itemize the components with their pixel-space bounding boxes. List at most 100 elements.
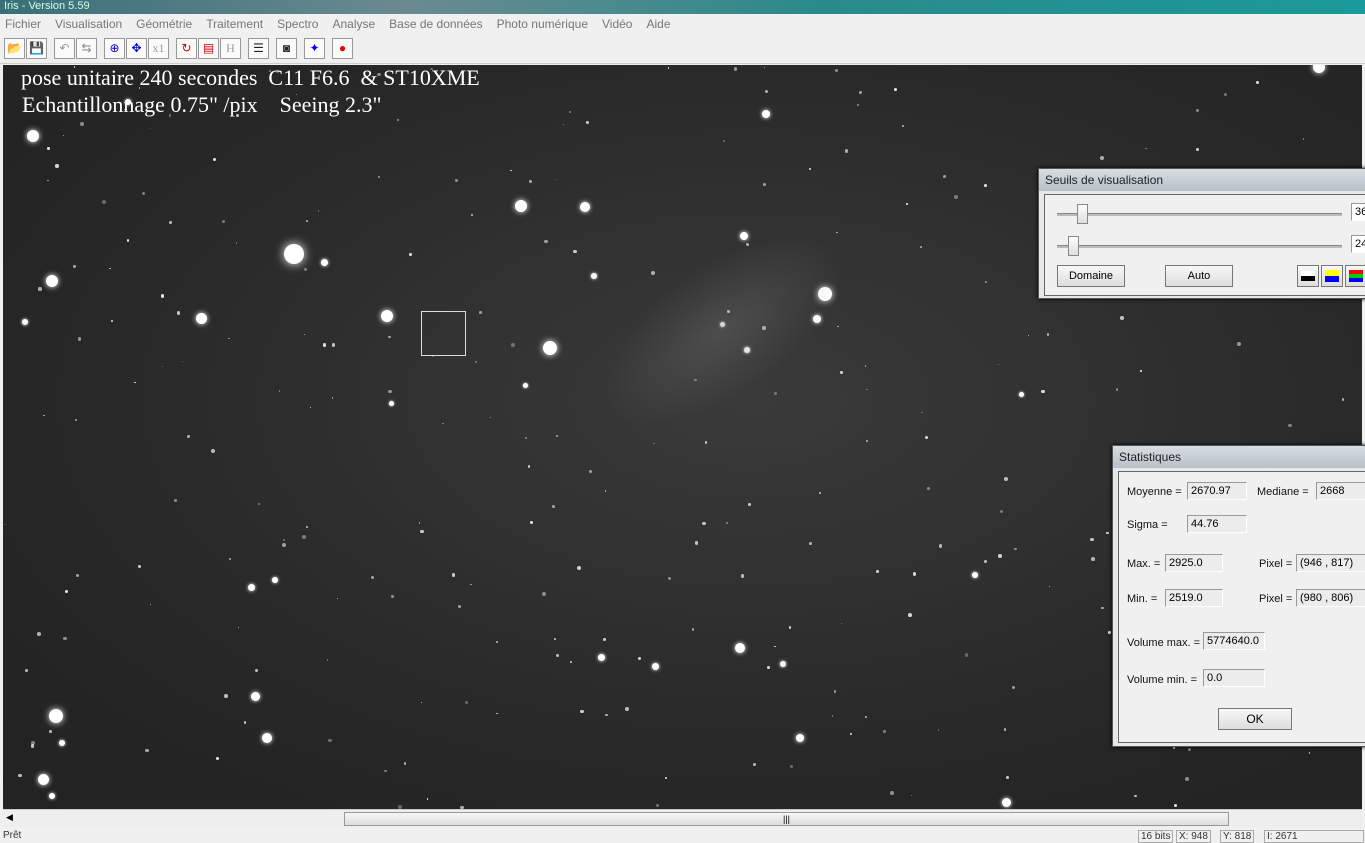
yb-palette-button[interactable] (1321, 265, 1343, 287)
zoom-in-button[interactable]: ⊕ (104, 38, 125, 59)
menu-aide[interactable]: Aide (646, 17, 670, 31)
rgb-palette-icon (1349, 270, 1363, 282)
faint-star (555, 179, 558, 181)
faint-star (849, 732, 852, 736)
faint-star (833, 690, 836, 693)
faint-star (577, 566, 582, 571)
star (796, 734, 804, 742)
faint-star (985, 281, 988, 284)
star (591, 273, 597, 279)
faint-star (552, 505, 555, 509)
faint-star (110, 320, 113, 323)
faint-star (38, 287, 42, 291)
faint-star (43, 414, 46, 417)
histogram-button[interactable]: H (220, 38, 241, 59)
faint-star (1120, 316, 1124, 321)
menu-analyse[interactable]: Analyse (332, 17, 375, 31)
faint-star (377, 175, 380, 179)
scroll-thumb[interactable]: ||| (344, 812, 1229, 826)
rotate-button[interactable]: ↻ (176, 38, 197, 59)
high-threshold-slider[interactable] (1076, 204, 1088, 224)
list-button[interactable]: ☰ (248, 38, 269, 59)
star (972, 572, 978, 578)
faint-star (998, 363, 1000, 365)
faint-star (1047, 333, 1050, 336)
palette-button[interactable]: ▤ (198, 38, 219, 59)
auto-button[interactable]: Auto (1165, 265, 1233, 287)
star (515, 200, 527, 212)
low-threshold-track[interactable] (1057, 245, 1342, 248)
low-threshold-slider[interactable] (1068, 236, 1080, 256)
window-title: Iris - Version 5.59 (4, 0, 90, 12)
faint-star (788, 625, 792, 629)
faint-star (47, 179, 49, 182)
menu-g-om-trie[interactable]: Géométrie (136, 17, 192, 31)
faint-star (47, 147, 50, 150)
faint-star (808, 167, 812, 170)
faint-star (818, 491, 821, 494)
star (1018, 391, 1024, 397)
faint-star (1223, 92, 1227, 96)
faint-star (763, 66, 765, 68)
faint-star (182, 360, 184, 362)
rgb-palette-button[interactable] (1345, 265, 1365, 287)
faint-star (168, 114, 172, 117)
menu-photo-num-rique[interactable]: Photo numérique (497, 17, 588, 31)
faint-star (1100, 156, 1105, 161)
zoom-out-button[interactable]: ✥ (126, 38, 147, 59)
adjust-button[interactable]: ⇆ (76, 38, 97, 59)
domain-button[interactable]: Domaine (1057, 265, 1125, 287)
faint-star (150, 128, 152, 130)
faint-star (257, 503, 260, 506)
faint-star (213, 158, 217, 162)
faint-star (920, 245, 922, 248)
faint-star (397, 119, 399, 122)
faint-star (228, 557, 232, 561)
ok-button[interactable]: OK (1218, 708, 1292, 730)
faint-star (490, 417, 492, 419)
faint-star (529, 180, 532, 183)
high-threshold-track[interactable] (1057, 213, 1342, 216)
selection-box[interactable] (421, 311, 466, 356)
faint-star (859, 91, 862, 94)
scroll-left-icon[interactable]: ◀ (6, 812, 13, 823)
faint-star (322, 343, 327, 347)
faint-star (1041, 390, 1045, 394)
menu-vid-o[interactable]: Vidéo (602, 17, 632, 31)
high-threshold-field[interactable]: 36 (1351, 203, 1365, 221)
faint-star (64, 590, 68, 594)
faint-star (832, 715, 834, 717)
faint-star (479, 310, 483, 314)
save-button[interactable]: 💾 (26, 38, 47, 59)
menu-visualisation[interactable]: Visualisation (55, 17, 122, 31)
low-threshold-field[interactable]: 24 (1351, 235, 1365, 253)
camera-icon: ◙ (282, 41, 291, 55)
open-folder-button[interactable]: 📂 (4, 38, 25, 59)
faint-star (442, 422, 444, 425)
zoom-1x-button[interactable]: x1 (148, 38, 169, 59)
min-pixel-label: Pixel = (1259, 593, 1293, 605)
volume-max-field: 5774640.0 (1203, 632, 1265, 650)
record-button[interactable]: ● (332, 38, 353, 59)
horizontal-scrollbar[interactable]: ◀ ||| (3, 809, 1362, 827)
bw-palette-button[interactable] (1297, 265, 1319, 287)
undo-button[interactable]: ↶ (54, 38, 75, 59)
star (49, 709, 63, 723)
faint-star (964, 653, 969, 657)
menu-spectro[interactable]: Spectro (277, 17, 318, 31)
menu-fichier[interactable]: Fichier (5, 17, 41, 31)
faint-star (303, 267, 307, 271)
zoom-out-icon: ✥ (131, 41, 142, 55)
menu-base-de-donn-es[interactable]: Base de données (389, 17, 482, 31)
status-text: Prêt (3, 830, 22, 841)
menu-traitement[interactable]: Traitement (206, 17, 263, 31)
camera-button[interactable]: ◙ (276, 38, 297, 59)
faint-star (637, 657, 641, 661)
faint-star (377, 72, 381, 77)
faint-star (605, 713, 608, 717)
faint-star (1090, 537, 1095, 542)
star-blue-button[interactable]: ✦ (304, 38, 325, 59)
star (1001, 797, 1011, 807)
dialog-title: Statistiques (1113, 446, 1365, 468)
faint-star (1004, 476, 1008, 481)
